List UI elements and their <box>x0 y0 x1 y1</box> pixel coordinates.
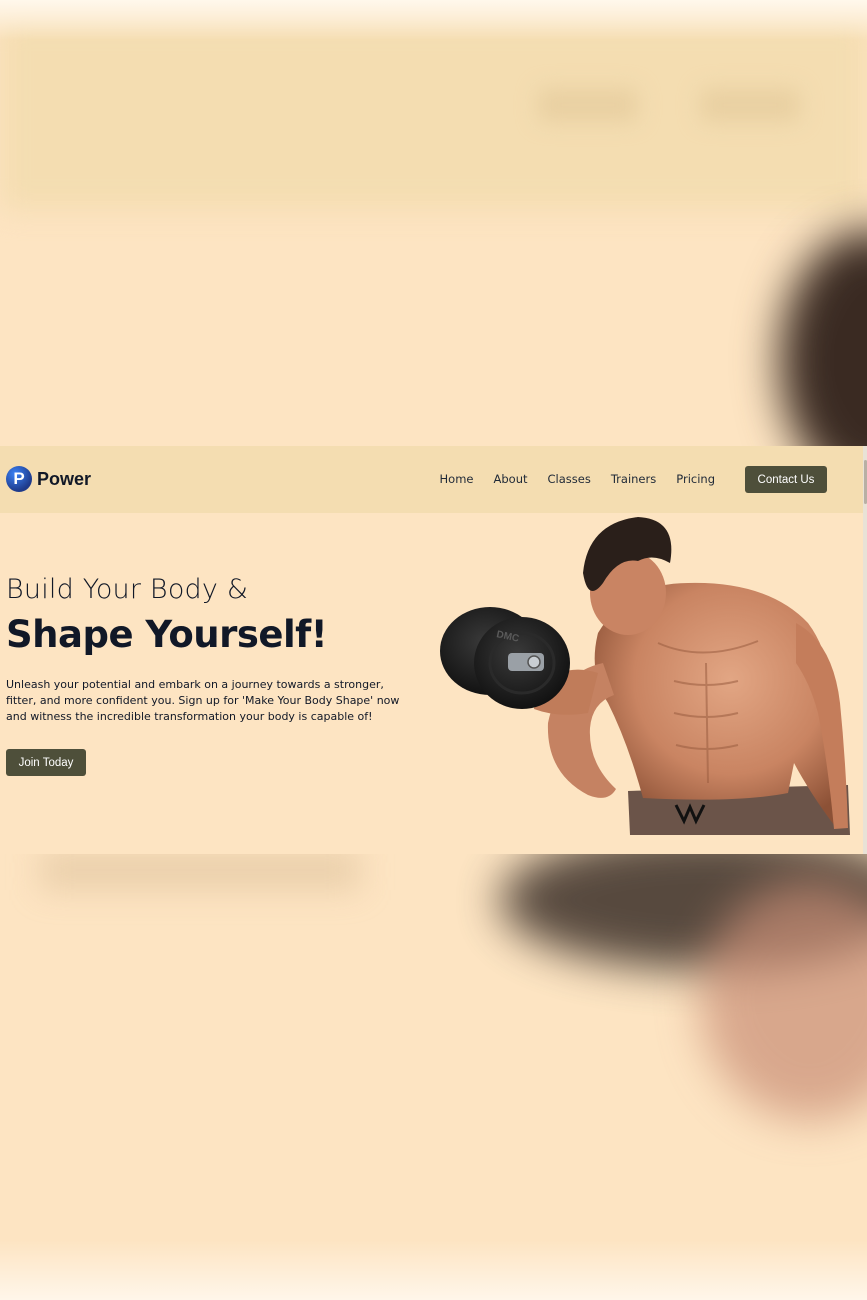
navbar: P Power Home About Classes Trainers Pric… <box>0 446 863 513</box>
nav-about[interactable]: About <box>484 472 538 486</box>
blurred-nav-item <box>538 88 638 122</box>
hero-heading-line1: Build Your Body & <box>6 574 249 605</box>
shadow <box>40 850 360 890</box>
nav-menu: Home About Classes Trainers Pricing <box>430 472 725 486</box>
blurred-nav-item <box>700 88 800 122</box>
nav-classes[interactable]: Classes <box>538 472 601 486</box>
hero-text: Build Your Body & Shape Yourself! Unleas… <box>6 574 426 725</box>
brand-name: Power <box>37 468 92 489</box>
logo-badge-icon: P <box>6 466 32 492</box>
bottom-fade <box>0 1240 867 1300</box>
top-fade <box>0 0 867 40</box>
nav-trainers[interactable]: Trainers <box>601 472 666 486</box>
scrollbar[interactable] <box>863 446 867 854</box>
bodybuilder-with-dumbbell-image: DMC <box>440 517 850 835</box>
nav-home[interactable]: Home <box>430 472 484 486</box>
contact-us-button[interactable]: Contact Us <box>745 466 827 493</box>
brand-logo[interactable]: P Power <box>6 466 91 492</box>
page-viewport: P Power Home About Classes Trainers Pric… <box>0 446 867 854</box>
hero-description: Unleash your potential and embark on a j… <box>6 678 400 723</box>
hero-heading-line2: Shape Yourself! <box>6 613 328 656</box>
nav-pricing[interactable]: Pricing <box>666 472 725 486</box>
join-today-button[interactable]: Join Today <box>6 749 86 776</box>
